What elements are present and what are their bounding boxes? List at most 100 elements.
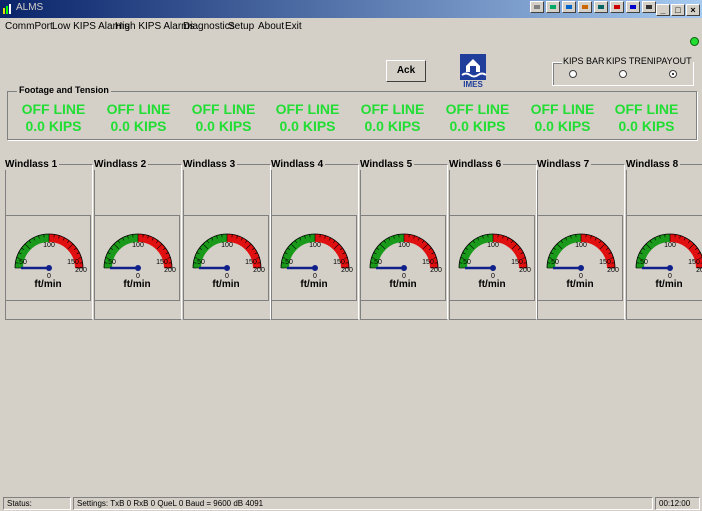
- kips-trend-label: KIPS TREND: [605, 56, 661, 66]
- windlass-kips-4: 0.0 KIPS: [279, 118, 336, 134]
- gauge-tick-label: 100: [664, 242, 676, 249]
- menu-diagnostics[interactable]: Diagnostics: [183, 21, 235, 32]
- gauge-tick-label: 100: [487, 242, 499, 249]
- gauge-tick-label: 100: [43, 242, 55, 249]
- tray-icon-8[interactable]: [642, 1, 656, 13]
- gauge-tick-label: 150: [422, 259, 434, 266]
- payout-radio[interactable]: [669, 70, 677, 78]
- gauge-tick-label: 50: [197, 259, 205, 266]
- gauge-tick-label: 200: [519, 267, 531, 274]
- windlass-title-2: Windlass 2: [94, 159, 149, 170]
- gauge-tick-label: 150: [688, 259, 700, 266]
- windlass-kips-1: 0.0 KIPS: [25, 118, 82, 134]
- menu-about[interactable]: About: [258, 21, 284, 32]
- menu-bar: CommPort Low KIPS Alarms High KIPS Alarm…: [0, 18, 702, 34]
- gauge-unit-5: ft/min: [389, 279, 417, 290]
- gauge-hub: [135, 265, 141, 271]
- windlass-panel-8: Windlass 8 050100150200 ft/min: [626, 159, 702, 320]
- minimize-icon[interactable]: _: [656, 4, 670, 16]
- tray-icon-3[interactable]: [562, 1, 576, 13]
- kips-trend-radio[interactable]: [619, 70, 627, 78]
- status-bar: Status: Settings: TxB 0 RxB 0 QueL 0 Bau…: [0, 495, 702, 511]
- gauge-tick-label: 100: [132, 242, 144, 249]
- tray-icon-5[interactable]: [594, 1, 608, 13]
- gauge-unit-8: ft/min: [655, 279, 683, 290]
- gauge-hub: [667, 265, 673, 271]
- gauge-tick-label: 200: [696, 267, 702, 274]
- footage-tension-label: Footage and Tension: [17, 85, 111, 95]
- gauge-tick-label: 200: [430, 267, 442, 274]
- app-icon: [3, 4, 11, 14]
- close-icon[interactable]: ×: [686, 4, 700, 16]
- windlass-panel-6: Windlass 6 0 50 100 150 200 ft/min: [449, 159, 538, 320]
- gauge-tick-label: 50: [374, 259, 382, 266]
- gauge-tick-label: 100: [221, 242, 233, 249]
- windlass-title-3: Windlass 3: [183, 159, 238, 170]
- windlass-status-4: OFF LINE: [275, 101, 340, 117]
- windlass-panel-2: Windlass 2 0 50 100 150 200 ft/min: [94, 159, 183, 320]
- gauge-tick-label: 50: [108, 259, 116, 266]
- gauge-unit-2: ft/min: [123, 279, 151, 290]
- gauge-hub: [312, 265, 318, 271]
- tray-icon-1[interactable]: [530, 1, 544, 13]
- gauge-unit-3: ft/min: [212, 279, 240, 290]
- gauge-tick-label: 150: [67, 259, 79, 266]
- windlass-panel-5: Windlass 5 0 50 100 150 200 ft/min: [360, 159, 449, 320]
- gauge-tick-label: 50: [19, 259, 27, 266]
- menu-exit[interactable]: Exit: [285, 21, 302, 32]
- gauge-tick-label: 200: [75, 267, 87, 274]
- gauge-tick-label: 50: [640, 259, 648, 266]
- windlass-kips-3: 0.0 KIPS: [195, 118, 252, 134]
- tray-icon-7[interactable]: [626, 1, 640, 13]
- windlass-title-4: Windlass 4: [271, 159, 326, 170]
- maximize-icon[interactable]: □: [671, 4, 685, 16]
- gauge-tick-label: 150: [156, 259, 168, 266]
- windlass-status-8: OFF LINE: [614, 101, 679, 117]
- windlass-title-8: Windlass 8: [626, 159, 681, 170]
- gauge-tick-label: 150: [599, 259, 611, 266]
- gauge-hub: [578, 265, 584, 271]
- tray-icon-4[interactable]: [578, 1, 592, 13]
- ack-button[interactable]: Ack: [386, 60, 426, 82]
- status-indicator-icon: [690, 37, 699, 46]
- windlass-status-1: OFF LINE: [21, 101, 86, 117]
- menu-setup[interactable]: Setup: [228, 21, 254, 32]
- windlass-kips-5: 0.0 KIPS: [364, 118, 421, 134]
- footage-tension-group: OFF LINE 0.0 KIPS OFF LINE 0.0 KIPS OFF LI…: [7, 91, 697, 140]
- windlass-status-7: OFF LINE: [530, 101, 595, 117]
- gauge-hub: [401, 265, 407, 271]
- window-title: ALMS: [16, 2, 44, 13]
- windlass-kips-8: 0.0 KIPS: [618, 118, 675, 134]
- windlass-title-5: Windlass 5: [360, 159, 415, 170]
- gauge-hub: [490, 265, 496, 271]
- tray-icon-2[interactable]: [546, 1, 560, 13]
- imes-logo-text: IMES: [463, 80, 483, 89]
- gauge-tick-label: 150: [333, 259, 345, 266]
- windlass-panel-1: Windlass 1 0 50 100 150 200 ft/min: [5, 159, 94, 320]
- windlass-title-1: Windlass 1: [5, 159, 60, 170]
- gauge-tick-label: 50: [285, 259, 293, 266]
- gauge-tick-label: 200: [341, 267, 353, 274]
- gauge-unit-4: ft/min: [300, 279, 328, 290]
- windlass-title-6: Windlass 6: [449, 159, 504, 170]
- windlass-status-2: OFF LINE: [106, 101, 171, 117]
- gauge-tick-label: 100: [575, 242, 587, 249]
- windlass-status-6: OFF LINE: [445, 101, 510, 117]
- kips-bar-label: KIPS BAR: [562, 56, 606, 66]
- gauge-tick-label: 200: [253, 267, 265, 274]
- kips-bar-radio[interactable]: [569, 70, 577, 78]
- status-label: Status:: [3, 497, 71, 510]
- windlass-title-7: Windlass 7: [537, 159, 592, 170]
- windlass-kips-6: 0.0 KIPS: [449, 118, 506, 134]
- gauge-tick-label: 150: [245, 259, 257, 266]
- title-bar: ALMS _ □ ×: [0, 0, 702, 18]
- tray-icon-6[interactable]: [610, 1, 624, 13]
- windlass-panel-7: Windlass 7 0 50 100 150 200 ft/min: [537, 159, 626, 320]
- imes-logo: IMES: [458, 52, 488, 90]
- gauge-hub: [46, 265, 52, 271]
- gauge-tick-label: 50: [551, 259, 559, 266]
- gauge-tick-label: 100: [309, 242, 321, 249]
- menu-commport[interactable]: CommPort: [5, 21, 53, 32]
- clock-readout: 00:12:00: [655, 497, 700, 510]
- gauge-tick-label: 50: [463, 259, 471, 266]
